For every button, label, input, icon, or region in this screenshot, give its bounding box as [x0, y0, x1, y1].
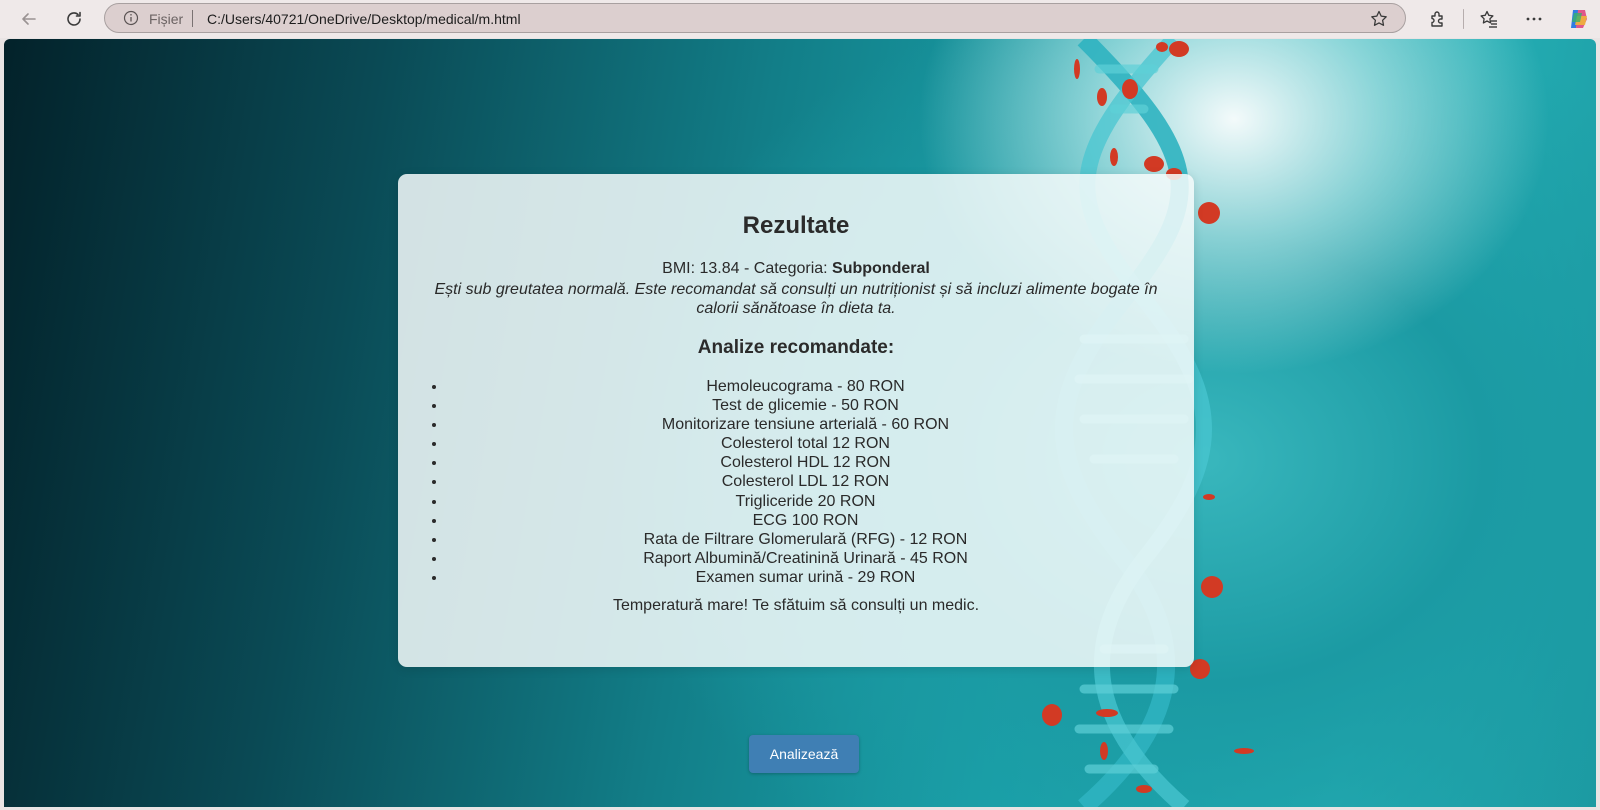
browser-toolbar: Fișier C:/Users/40721/OneDrive/Desktop/m… — [0, 0, 1600, 38]
address-url[interactable]: C:/Users/40721/OneDrive/Desktop/medical/… — [207, 11, 521, 27]
temperature-warning: Temperatură mare! Te sfătuim să consulți… — [612, 597, 980, 614]
test-item: Test de glicemie - 50 RON — [447, 396, 1194, 415]
more-icon[interactable] — [1520, 5, 1548, 33]
puzzle-icon[interactable] — [1424, 5, 1452, 33]
bmi-value-text: BMI: 13.84 - Categoria: — [662, 260, 833, 277]
results-card: Rezultate BMI: 13.84 - Categoria: Subpon… — [398, 174, 1194, 667]
test-item: Trigliceride 20 RON — [447, 492, 1194, 511]
test-item: Rata de Filtrare Glomerulară (RFG) - 12 … — [447, 530, 1194, 549]
copilot-icon[interactable] — [1565, 5, 1593, 33]
bmi-advice: Ești sub greutatea normală. Este recoman… — [434, 281, 1158, 317]
info-icon[interactable] — [123, 10, 139, 26]
bmi-summary: BMI: 13.84 - Categoria: Subponderal — [398, 260, 1194, 278]
test-item: Colesterol HDL 12 RON — [447, 453, 1194, 472]
favorites-icon[interactable] — [1475, 5, 1503, 33]
results-title: Rezultate — [742, 212, 850, 239]
test-item: ECG 100 RON — [447, 511, 1194, 530]
bmi-category: Subponderal — [832, 260, 930, 277]
test-item: Colesterol total 12 RON — [447, 434, 1194, 453]
reload-icon[interactable] — [60, 5, 88, 33]
test-item: Raport Albumină/Creatinină Urinară - 45 … — [447, 549, 1194, 568]
star-icon[interactable] — [1369, 9, 1389, 29]
toolbar-divider — [1463, 9, 1464, 29]
recommended-tests-heading: Analize recomandate: — [697, 337, 895, 358]
recommended-tests-list: Hemoleucograma - 80 RON Test de glicemie… — [438, 377, 1194, 587]
test-item: Examen sumar urină - 29 RON — [447, 568, 1194, 587]
test-item: Hemoleucograma - 80 RON — [447, 377, 1194, 396]
address-bar[interactable]: Fișier C:/Users/40721/OneDrive/Desktop/m… — [104, 3, 1406, 33]
address-separator — [192, 10, 193, 27]
page-viewport: Rezultate BMI: 13.84 - Categoria: Subpon… — [4, 39, 1596, 807]
test-item: Colesterol LDL 12 RON — [447, 472, 1194, 491]
back-arrow-icon[interactable] — [15, 5, 43, 33]
analyze-button[interactable]: Analizează — [749, 735, 859, 773]
address-scheme-label: Fișier — [149, 11, 184, 27]
test-item: Monitorizare tensiune arterială - 60 RON — [447, 415, 1194, 434]
